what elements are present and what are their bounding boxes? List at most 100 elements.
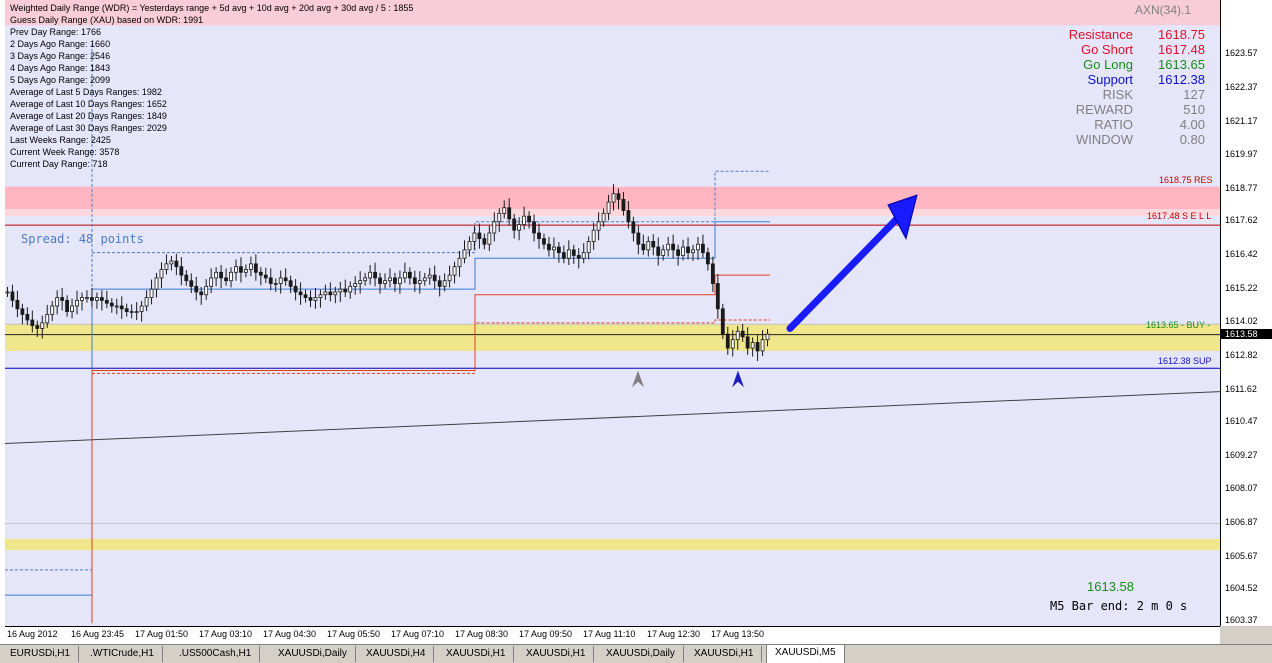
candle-body bbox=[561, 252, 566, 259]
candle-body bbox=[209, 277, 214, 287]
candle-body bbox=[442, 280, 447, 287]
candle-body bbox=[522, 215, 527, 225]
candle-body bbox=[596, 221, 601, 231]
candle-body bbox=[601, 212, 606, 223]
candle-body bbox=[566, 249, 571, 259]
candle-body bbox=[532, 221, 536, 234]
candle-body bbox=[507, 207, 512, 220]
candle-body bbox=[681, 246, 685, 256]
candle-body bbox=[328, 291, 333, 296]
price-chart[interactable] bbox=[5, 0, 1220, 626]
chart-area[interactable]: Weighted Daily Range (WDR) = Yesterdays … bbox=[5, 0, 1220, 626]
candle-body bbox=[517, 224, 522, 231]
price-axis-label: 1622.37 bbox=[1225, 81, 1258, 92]
fractal-marker-blue bbox=[732, 370, 744, 388]
time-axis-label: 17 Aug 03:10 bbox=[199, 629, 253, 639]
chart-tab[interactable]: XAUUSDi,H1 bbox=[518, 646, 595, 662]
time-axis-label: 17 Aug 01:50 bbox=[135, 629, 189, 639]
candle-body bbox=[547, 243, 551, 251]
trade-arrow-shaft bbox=[786, 207, 909, 332]
candle-body bbox=[318, 294, 323, 298]
candle-body bbox=[691, 249, 695, 254]
candle-body bbox=[109, 302, 114, 307]
chart-tab[interactable]: EURUSDi,H1 bbox=[2, 646, 80, 662]
info-line: Current Week Range: 3578 bbox=[10, 147, 120, 157]
candle-body bbox=[333, 291, 338, 296]
candle-body bbox=[636, 232, 641, 245]
candle-body bbox=[80, 297, 84, 301]
panel-row: Support 1612.38 bbox=[1045, 72, 1205, 87]
candle-body bbox=[144, 297, 149, 307]
candle-body bbox=[398, 277, 402, 284]
panel-row: Resistance 1618.75 bbox=[1045, 27, 1205, 42]
chart-tab[interactable]: XAUUSDi,Daily bbox=[270, 646, 356, 662]
candle-body bbox=[447, 274, 452, 282]
candle-body bbox=[467, 241, 472, 251]
candle-body bbox=[65, 299, 69, 312]
panel-label: WINDOW bbox=[1075, 132, 1133, 147]
candle-body bbox=[234, 266, 238, 273]
candle-body bbox=[159, 269, 164, 279]
candle-body bbox=[90, 297, 94, 301]
candle-body bbox=[343, 288, 348, 293]
candle-body bbox=[244, 269, 248, 273]
panel-value: 127 bbox=[1183, 87, 1205, 102]
candle-body bbox=[755, 342, 760, 352]
candle-body bbox=[189, 280, 194, 287]
candle-body bbox=[383, 280, 387, 284]
chart-tab[interactable]: .US500Cash,H1 bbox=[171, 646, 261, 662]
candle-body bbox=[422, 277, 427, 282]
info-line: 4 Days Ago Range: 1843 bbox=[10, 63, 111, 73]
candle-body bbox=[263, 274, 268, 279]
candle-body bbox=[586, 241, 591, 254]
chart-tab[interactable]: XAUUSDi,Daily bbox=[598, 646, 684, 662]
panel-label: REWARD bbox=[1075, 102, 1133, 117]
candle-body bbox=[114, 305, 119, 308]
candle-body bbox=[502, 207, 507, 214]
time-axis-label: 17 Aug 04:30 bbox=[263, 629, 317, 639]
panel-label: Resistance bbox=[1068, 27, 1133, 42]
candle-body bbox=[740, 330, 745, 338]
candle-body bbox=[283, 277, 288, 282]
buy-zone bbox=[5, 324, 1220, 351]
candle-body bbox=[720, 308, 725, 335]
bar-end-readout: M5 Bar end: 2 m 0 s bbox=[1050, 599, 1188, 613]
lower-zone bbox=[5, 538, 1220, 551]
panel-value: 1612.38 bbox=[1158, 72, 1205, 87]
candle-body bbox=[194, 285, 199, 293]
candle-body bbox=[219, 271, 223, 279]
candle-body bbox=[527, 215, 531, 223]
candle-body bbox=[745, 336, 750, 349]
chart-tab[interactable]: .WTICrude,H1 bbox=[82, 646, 163, 662]
price-axis-label: 1616.42 bbox=[1225, 248, 1258, 259]
price-axis-label: 1610.47 bbox=[1225, 415, 1258, 426]
time-axis-label: 17 Aug 11:10 bbox=[583, 629, 636, 639]
chart-tab[interactable]: XAUUSDi,H1 bbox=[686, 646, 763, 662]
info-line: 5 Days Ago Range: 2099 bbox=[10, 75, 111, 85]
candle-body bbox=[432, 274, 437, 282]
panel-row: WINDOW 0.80 bbox=[1045, 132, 1205, 147]
candle-body bbox=[487, 232, 492, 245]
sup-zone-label: 1612.38 SUP bbox=[1158, 356, 1212, 366]
candle-body bbox=[99, 297, 104, 301]
candle-body bbox=[497, 212, 502, 223]
candle-body bbox=[393, 277, 397, 284]
candle-body bbox=[268, 277, 273, 284]
candle-body bbox=[581, 252, 586, 259]
candle-body bbox=[278, 277, 283, 284]
panel-label: Go Short bbox=[1080, 42, 1133, 57]
current-price-tag: 1613.58 bbox=[1221, 328, 1272, 339]
price-axis-label: 1611.62 bbox=[1225, 383, 1257, 394]
candle-body bbox=[298, 291, 303, 296]
time-axis[interactable]: 16 Aug 2012 16 Aug 23:45 17 Aug 01:50 17 Au… bbox=[5, 626, 1220, 645]
chart-tab[interactable]: XAUUSDi,H4 bbox=[358, 646, 435, 662]
time-axis-label: 16 Aug 23:45 bbox=[71, 629, 125, 639]
candle-body bbox=[715, 283, 720, 310]
price-axis-label: 1608.07 bbox=[1225, 483, 1258, 494]
chart-tab[interactable]: XAUUSDi,H1 bbox=[438, 646, 515, 662]
price-axis[interactable]: 1623.57 1622.37 1621.17 1619.97 1618.77 1617.… bbox=[1220, 0, 1272, 626]
chart-tab[interactable]: XAUUSDi,M5 bbox=[766, 645, 845, 663]
panel-label: Go Long bbox=[1083, 57, 1133, 72]
candle-body bbox=[571, 249, 576, 256]
panel-value: 1618.75 bbox=[1158, 27, 1205, 42]
